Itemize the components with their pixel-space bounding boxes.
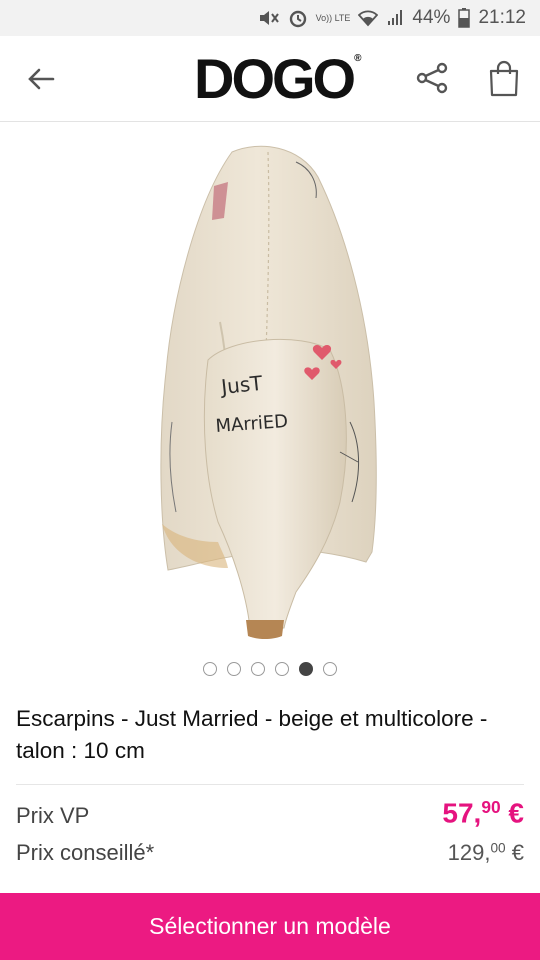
- brand-logo[interactable]: DOGO ®: [194, 46, 362, 110]
- registered-mark: ®: [354, 52, 362, 64]
- shopping-bag-icon: [489, 60, 519, 97]
- battery-icon: [458, 8, 471, 28]
- signal-icon: [386, 9, 404, 27]
- select-model-button[interactable]: Sélectionner un modèle: [0, 893, 540, 960]
- heel-print-text-1: JusT: [218, 371, 264, 399]
- recommended-price-value: 129,00 €: [447, 840, 524, 865]
- pagination-dot[interactable]: [323, 662, 337, 676]
- product-title: Escarpins - Just Married - beige et mult…: [16, 706, 488, 763]
- divider: [16, 784, 524, 785]
- pagination-dot[interactable]: [227, 662, 241, 676]
- pagination-dot[interactable]: [203, 662, 217, 676]
- recommended-price-label: Prix conseillé*: [16, 840, 155, 865]
- battery-percent: 44%: [412, 7, 451, 28]
- brand-name: DOGO: [194, 46, 356, 110]
- product-shoe-image: JusT MArriED: [160, 145, 377, 639]
- vp-price-row: Prix VP 57,90 €: [16, 797, 524, 830]
- wifi-icon: [358, 9, 379, 27]
- status-bar: Vo)) LTE 44% 21:12: [0, 0, 540, 36]
- pagination-dot[interactable]: [275, 662, 289, 676]
- share-button[interactable]: [414, 60, 450, 96]
- app-bar: DOGO ®: [0, 36, 540, 122]
- product-image-gallery[interactable]: JusT MArriED: [0, 122, 540, 652]
- back-button[interactable]: [24, 62, 58, 96]
- alarm-icon: [288, 8, 308, 28]
- gallery-pagination: [0, 662, 540, 682]
- volte-icon: Vo)) LTE: [315, 12, 351, 23]
- vp-price-value: 57,90 €: [442, 797, 524, 829]
- cart-button[interactable]: [486, 58, 522, 98]
- back-arrow-icon: [28, 68, 55, 90]
- clock: 21:12: [478, 7, 526, 28]
- recommended-price-row: Prix conseillé* 129,00 €: [16, 840, 524, 866]
- share-icon: [416, 62, 448, 94]
- pagination-dot[interactable]: [251, 662, 265, 676]
- pagination-dot-active[interactable]: [299, 662, 313, 676]
- vp-price-label: Prix VP: [16, 802, 90, 828]
- mute-icon: [258, 8, 280, 28]
